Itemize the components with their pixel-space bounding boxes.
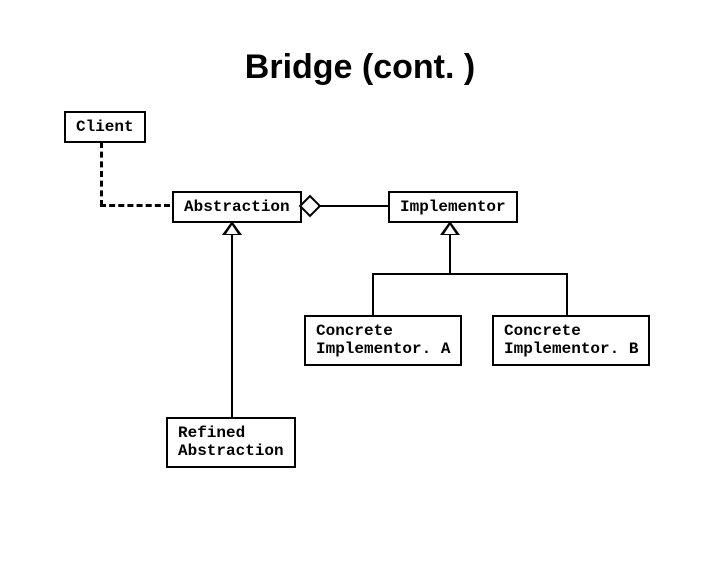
diagram-canvas: Client Abstraction Implementor Concrete …: [0, 87, 720, 547]
box-concrete-a: Concrete Implementor. A: [304, 315, 462, 366]
page-title: Bridge (cont. ): [0, 48, 720, 87]
line-to-concrete-b: [566, 273, 568, 315]
dash-client-down: [100, 142, 103, 206]
box-abstraction: Abstraction: [172, 191, 302, 223]
line-to-concrete-a: [372, 273, 374, 315]
inheritance-arrow-refined-icon: [222, 221, 242, 235]
line-impl-cross: [372, 273, 568, 275]
box-concrete-b: Concrete Implementor. B: [492, 315, 650, 366]
line-refined-up: [231, 235, 233, 417]
inheritance-arrow-implementor-icon: [440, 221, 460, 235]
box-refined: Refined Abstraction: [166, 417, 296, 468]
box-implementor: Implementor: [388, 191, 518, 223]
line-abstraction-implementor: [318, 205, 388, 207]
dash-client-right: [100, 204, 170, 207]
box-client: Client: [64, 111, 146, 143]
line-impl-stem: [449, 235, 451, 273]
